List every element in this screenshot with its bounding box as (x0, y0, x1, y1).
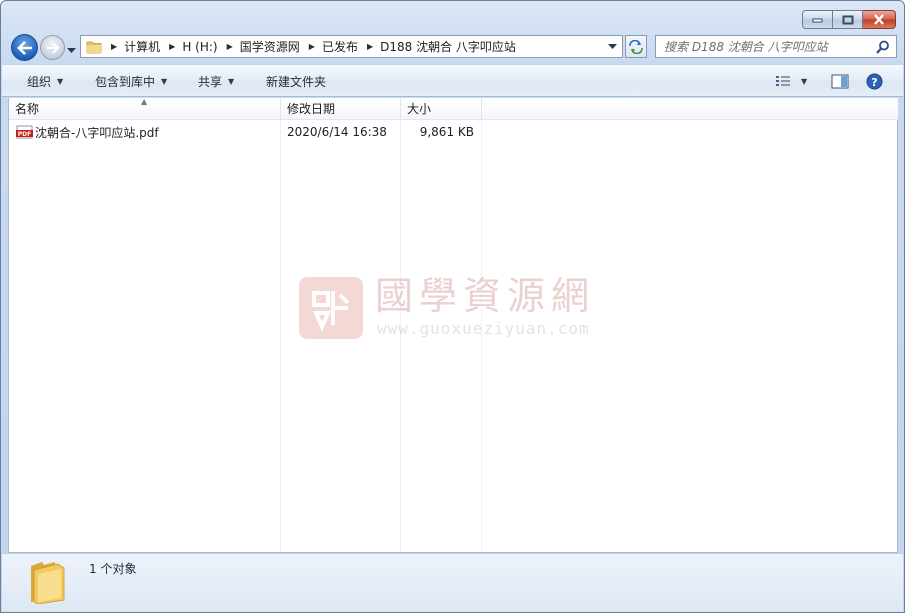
breadcrumb-published[interactable]: ▶ 已发布 (300, 36, 358, 57)
chevron-down-icon: ▼ (161, 76, 168, 86)
change-view-button[interactable]: ▼ (775, 65, 807, 97)
column-header-label: 修改日期 (287, 102, 336, 116)
file-date-cell: 2020/6/14 16:38 (287, 121, 387, 143)
file-name-cell: PDF 沈朝合-八字叩应站.pdf (16, 121, 159, 143)
maximize-icon (842, 15, 853, 24)
chevron-down-icon: ▼ (801, 76, 808, 86)
arrow-right-icon (46, 41, 60, 54)
file-size-cell: 9,861 KB (401, 121, 474, 143)
column-header-name[interactable]: 名称 ▲ (9, 97, 281, 120)
breadcrumb-computer[interactable]: ▶ 计算机 (102, 36, 160, 57)
watermark: 國學資源網 www.guoxueziyuan.com (299, 273, 599, 343)
file-row[interactable]: PDF 沈朝合-八字叩应站.pdf 2020/6/14 16:38 9,861 … (9, 121, 482, 143)
folder-large-icon (31, 562, 65, 604)
folder-icon (86, 41, 102, 53)
help-button[interactable]: ? (866, 65, 883, 97)
minimize-button[interactable] (802, 10, 833, 29)
help-icon: ? (866, 73, 883, 89)
item-count-label: 1 个对象 (89, 562, 137, 576)
new-folder-label: 新建文件夹 (266, 74, 327, 89)
new-folder-button[interactable]: 新建文件夹 (266, 65, 326, 97)
file-size: 9,861 KB (419, 125, 474, 139)
close-button[interactable] (863, 10, 896, 29)
search-box (655, 35, 897, 58)
include-in-library-label: 包含到库中 (95, 74, 156, 89)
minimize-icon (812, 18, 822, 22)
view-list-icon (776, 76, 790, 86)
maximize-button[interactable] (833, 10, 863, 29)
forward-button[interactable] (40, 35, 65, 60)
refresh-icon (629, 39, 643, 54)
close-icon (874, 14, 884, 25)
search-input[interactable] (664, 39, 874, 54)
explorer-window: ▶ 计算机 ▶ H (H:) ▶ 国学资源网 ▶ 已发布 ▶ D188 沈朝合 八字叩应站… (0, 0, 905, 613)
column-divider (280, 120, 281, 552)
column-header-size[interactable]: 大小 (401, 98, 482, 120)
organize-menu-button[interactable]: 组织 ▼ (27, 65, 63, 97)
back-button[interactable] (11, 34, 38, 61)
breadcrumb-current-folder[interactable]: ▶ D188 沈朝合 八字叩应站 (358, 36, 516, 57)
breadcrumb-label: H (H:) (182, 39, 218, 54)
breadcrumb-label: 计算机 (124, 40, 161, 54)
pdf-icon: PDF (16, 125, 33, 139)
file-date: 2020/6/14 16:38 (287, 125, 387, 139)
breadcrumb-drive-h[interactable]: ▶ H (H:) (160, 36, 217, 57)
preview-pane-icon (831, 74, 849, 88)
caption-buttons (802, 10, 896, 29)
column-header-label: 名称 (15, 102, 40, 116)
details-pane: 1 个对象 (2, 553, 903, 612)
watermark-seal-icon (299, 277, 363, 339)
chevron-down-icon: ▼ (57, 76, 64, 86)
breadcrumb-label: D188 沈朝合 八字叩应站 (380, 40, 516, 54)
share-label: 共享 (198, 74, 223, 89)
breadcrumb-label: 国学资源网 (239, 40, 300, 54)
command-bar: 组织 ▼ 包含到库中 ▼ 共享 ▼ 新建文件夹 ▼ ? (2, 64, 903, 97)
refresh-button[interactable] (625, 35, 647, 58)
organize-label: 组织 (27, 74, 52, 89)
sort-ascending-icon: ▲ (141, 97, 148, 106)
arrow-left-icon (16, 40, 32, 55)
search-icon[interactable] (876, 40, 890, 54)
column-header-blank (482, 98, 898, 120)
share-button[interactable]: 共享 ▼ (198, 65, 234, 97)
file-name: 沈朝合-八字叩应站.pdf (35, 125, 159, 140)
chevron-down-icon (67, 48, 76, 53)
breadcrumb-label: 已发布 (321, 40, 358, 54)
svg-text:?: ? (871, 76, 877, 89)
watermark-url: www.guoxueziyuan.com (377, 319, 590, 338)
breadcrumb-guoxue[interactable]: ▶ 国学资源网 (218, 36, 300, 57)
chevron-down-icon[interactable] (608, 44, 617, 50)
watermark-text: 國學資源網 (375, 274, 596, 318)
recent-pages-dropdown[interactable] (67, 43, 76, 57)
svg-text:PDF: PDF (18, 131, 31, 138)
address-bar[interactable]: ▶ 计算机 ▶ H (H:) ▶ 国学资源网 ▶ 已发布 ▶ D188 沈朝合 八字叩应站 (80, 35, 623, 58)
column-header-date-modified[interactable]: 修改日期 (281, 98, 401, 120)
include-in-library-button[interactable]: 包含到库中 ▼ (95, 65, 167, 97)
preview-pane-button[interactable] (831, 65, 849, 97)
column-header-label: 大小 (407, 102, 432, 116)
chevron-down-icon: ▼ (228, 76, 235, 86)
